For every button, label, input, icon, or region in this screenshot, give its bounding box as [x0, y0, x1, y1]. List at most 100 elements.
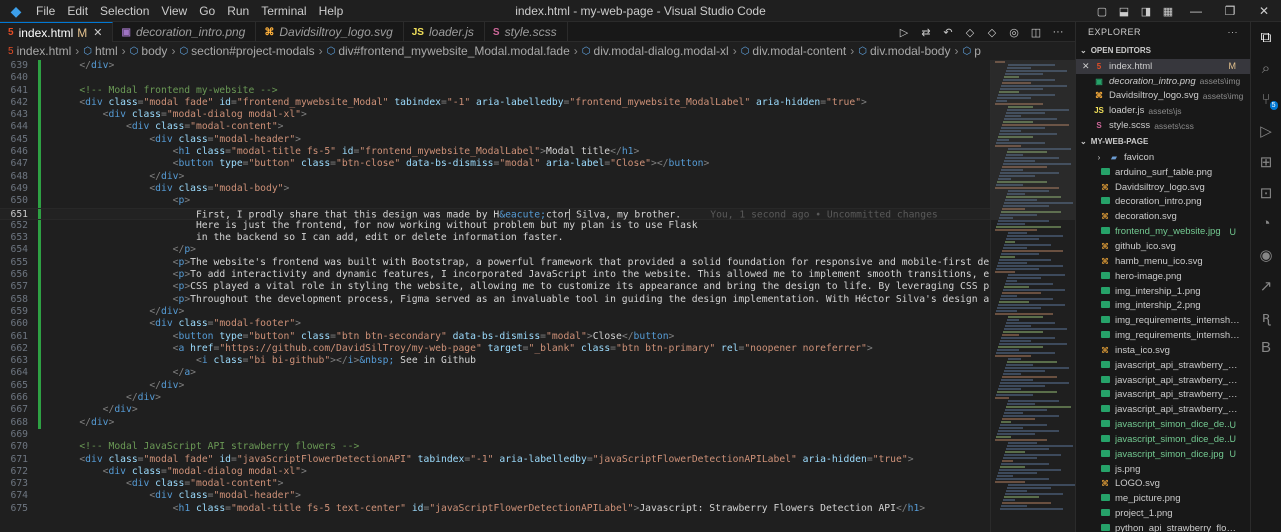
code-line[interactable]: 653 in the backend so I can add, edit or… [0, 232, 990, 245]
code-line[interactable]: 643 <div class="modal-dialog modal-xl"> [0, 109, 990, 122]
file-item[interactable]: decoration_intro.png [1076, 195, 1250, 210]
menu-edit[interactable]: Edit [61, 0, 94, 22]
gitlens-icon[interactable]: ꭆ [1251, 301, 1281, 332]
code-line[interactable]: 639 </div> [0, 60, 990, 73]
code-line[interactable]: 644 <div class="modal-content"> [0, 121, 990, 134]
file-item[interactable]: ⌘ decoration.svg [1076, 209, 1250, 224]
file-item[interactable]: img_requirements_internship... [1076, 313, 1250, 328]
breadcrumb-item[interactable]: 5 index.html [8, 44, 71, 58]
breadcrumb-item[interactable]: ⬡ div.modal-dialog.modal-xl [582, 44, 729, 58]
split-editor-icon[interactable]: ◫ [1025, 26, 1047, 39]
file-item[interactable]: javascript_simon_dice_de... U [1076, 432, 1250, 447]
code-line[interactable]: 666 </div> [0, 392, 990, 405]
toggle-panel-icon[interactable]: ⬓ [1113, 5, 1135, 18]
open-editor-item[interactable]: JS loader.js assets\js [1076, 103, 1250, 118]
file-item[interactable]: img_intership_1.png [1076, 284, 1250, 299]
file-item[interactable]: project_1.png [1076, 506, 1250, 521]
compare-changes-icon[interactable]: ⇄ [915, 26, 937, 39]
menu-selection[interactable]: Selection [94, 0, 155, 22]
open-editor-item[interactable]: ▣ decoration_intro.png assets\img [1076, 74, 1250, 89]
tab-decoration-intro-png[interactable]: ▣ decoration_intro.png [113, 22, 257, 42]
open-editors-section[interactable]: ⌄ OPEN EDITORS [1076, 42, 1250, 59]
file-item[interactable]: hero-image.png [1076, 269, 1250, 284]
code-line[interactable]: 661 <button type="button" class="btn btn… [0, 330, 990, 343]
code-line[interactable]: 652 Here is just the frontend, for now w… [0, 219, 990, 233]
file-item[interactable]: python_api_strawberry_flower... [1076, 521, 1250, 532]
timeline-icon[interactable]: ◔ [1251, 208, 1281, 239]
code-line[interactable]: 659 </div> [0, 305, 990, 319]
next-change-icon[interactable]: ◇ [981, 26, 1003, 39]
breadcrumb-item[interactable]: ⬡ body [130, 44, 168, 58]
file-item[interactable]: ⌘ insta_ico.svg [1076, 343, 1250, 358]
breadcrumb-item[interactable]: ⬡ section#project-modals [179, 44, 314, 58]
code-line[interactable]: 674 <div class="modal-header"> [0, 490, 990, 502]
code-line[interactable]: 642 <div class="modal fade" id="frontend… [0, 96, 990, 110]
file-item[interactable]: frontend_my_website.jpg U [1076, 224, 1250, 239]
explorer-more-icon[interactable]: ··· [1228, 27, 1239, 37]
file-item[interactable]: img_intership_2.png [1076, 298, 1250, 313]
run-icon[interactable]: ▷ [893, 26, 915, 39]
open-editor-item[interactable]: Sstyle.scss assets\css [1076, 118, 1250, 133]
code-line[interactable]: 668 </div> [0, 416, 990, 429]
code-line[interactable]: 656 <p>To add interactivity and dynamic … [0, 269, 990, 282]
code-line[interactable]: 672 <div class="modal-dialog modal-xl"> [0, 466, 990, 478]
remote-explorer-icon[interactable]: ⊡ [1251, 177, 1281, 208]
code-editor[interactable]: 639 </div> 640 641 <!-- Modal frontend my-… [0, 60, 990, 532]
menu-file[interactable]: File [30, 0, 61, 22]
minimap[interactable] [990, 60, 1075, 532]
code-line[interactable]: 658 <p>Throughout the development proces… [0, 293, 990, 306]
file-item[interactable]: ⌘ LOGO.svg [1076, 477, 1250, 492]
code-line[interactable]: 646 <h1 class="modal-title fs-5" id="fro… [0, 146, 990, 159]
file-item[interactable]: ⌘ hamb_menu_ico.svg [1076, 254, 1250, 269]
code-line[interactable]: 649 <div class="modal-body"> [0, 182, 990, 196]
live-share-icon[interactable]: ↗ [1251, 270, 1281, 301]
toggle-secondary-sidebar-icon[interactable]: ◨ [1135, 5, 1157, 18]
code-line[interactable]: 645 <div class="modal-header"> [0, 133, 990, 147]
code-line[interactable]: 640 [0, 72, 990, 85]
breadcrumb-item[interactable]: ⬡ html [83, 44, 117, 58]
file-item[interactable]: me_picture.png [1076, 491, 1250, 506]
code-line[interactable]: 665 </div> [0, 379, 990, 393]
customize-layout-icon[interactable]: ▦ [1157, 5, 1179, 18]
code-line[interactable]: 673 <div class="modal-content"> [0, 478, 990, 490]
menu-view[interactable]: View [155, 0, 193, 22]
menu-help[interactable]: Help [313, 0, 350, 22]
menu-run[interactable]: Run [221, 0, 255, 22]
file-item[interactable]: img_requirements_internship... [1076, 328, 1250, 343]
file-item[interactable]: ⌘ github_ico.svg [1076, 239, 1250, 254]
source-control-icon[interactable]: ⑂ 5 [1251, 84, 1281, 115]
more-actions-icon[interactable]: ··· [1047, 26, 1069, 38]
run-debug-icon[interactable]: ▷ [1251, 115, 1281, 146]
bootstrap-icon[interactable]: B [1251, 332, 1281, 363]
code-line[interactable]: 663 <i class="bi bi-github"></i>&nbsp; S… [0, 355, 990, 368]
go-back-icon[interactable]: ↶ [937, 26, 959, 39]
github-icon[interactable]: ◉ [1251, 239, 1281, 270]
search-icon[interactable]: ⌕ [1251, 53, 1281, 84]
file-item[interactable]: javascript_api_strawberry_flow... [1076, 387, 1250, 402]
toggle-primary-sidebar-icon[interactable]: ▢ [1091, 5, 1113, 18]
close-icon[interactable]: ✕ [1082, 61, 1090, 72]
file-item[interactable]: javascript_api_strawberry_flow... [1076, 373, 1250, 388]
code-line[interactable]: 654 </p> [0, 244, 990, 257]
menu-terminal[interactable]: Terminal [255, 0, 312, 22]
code-line[interactable]: 660 <div class="modal-footer"> [0, 318, 990, 331]
code-line[interactable]: 655 <p>The website's frontend was built … [0, 256, 990, 270]
file-item[interactable]: arduino_surf_table.png [1076, 165, 1250, 180]
code-line[interactable]: 667 </div> [0, 404, 990, 417]
file-item[interactable]: ⌘ Davidsiltroy_logo.svg [1076, 180, 1250, 195]
file-item[interactable]: js.png [1076, 462, 1250, 477]
code-line[interactable]: 671 <div class="modal fade" id="javaScri… [0, 454, 990, 466]
menu-go[interactable]: Go [193, 0, 221, 22]
tab-style-scss[interactable]: Sstyle.scss [485, 22, 568, 42]
file-item[interactable]: javascript_simon_dice_de... U [1076, 417, 1250, 432]
code-line[interactable]: 664 </a> [0, 367, 990, 380]
breadcrumb-item[interactable]: ⬡ div.modal-body [858, 44, 950, 58]
open-editor-item[interactable]: ⌘ Davidsiltroy_logo.svg assets\img [1076, 89, 1250, 104]
close-icon[interactable]: ✕ [93, 26, 102, 39]
open-changes-icon[interactable]: ◎ [1003, 26, 1025, 39]
files-icon[interactable]: ⧉ [1251, 22, 1281, 53]
code-line[interactable]: 669 [0, 429, 990, 441]
code-line[interactable]: 648 </div> [0, 170, 990, 183]
previous-change-icon[interactable]: ◇ [959, 26, 981, 39]
code-line[interactable]: 647 <button type="button" class="btn-clo… [0, 158, 990, 171]
